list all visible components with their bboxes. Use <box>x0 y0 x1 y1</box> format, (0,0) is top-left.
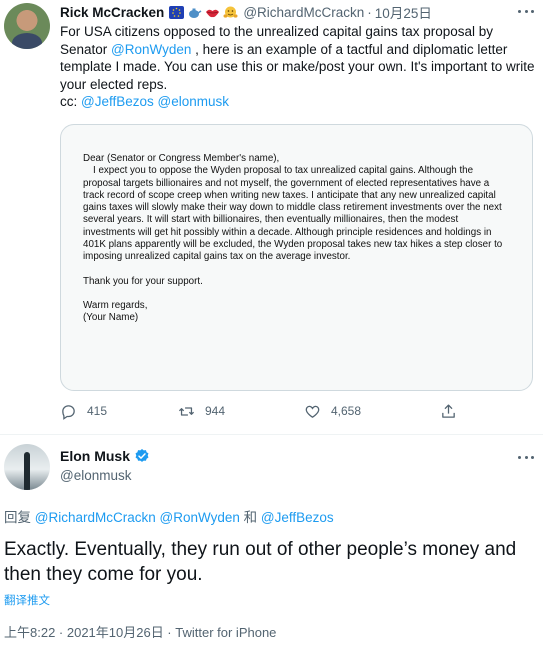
mention-jeffbezos[interactable]: @JeffBezos <box>81 94 154 109</box>
letter-thanks: Thank you for your support. <box>83 275 203 287</box>
teapot-icon <box>187 6 202 19</box>
heart-icon <box>305 405 320 418</box>
author-name[interactable]: Elon Musk <box>60 448 130 464</box>
letter-image-card[interactable]: Dear (Senator or Congress Member's name)… <box>60 124 533 391</box>
mention-elonmusk[interactable]: @elonmusk <box>158 94 229 109</box>
reply-tweet-text: Exactly. Eventually, they run out of oth… <box>4 539 517 585</box>
author-handle[interactable]: @elonmusk <box>60 468 131 483</box>
like-count: 4,658 <box>331 404 362 418</box>
author-handle[interactable]: @RichardMcCrackn <box>243 5 364 20</box>
eu-flag-icon <box>169 5 185 19</box>
replying-and: 和 <box>239 510 261 525</box>
tweet-date[interactable]: 10月25日 <box>375 2 432 22</box>
more-options-icon[interactable] <box>515 3 537 19</box>
reply-button[interactable]: 415 <box>60 401 107 421</box>
more-options-icon[interactable] <box>515 452 537 462</box>
letter-salutation: Dear (Senator or Congress Member's name)… <box>83 153 280 164</box>
letter-signature: (Your Name) <box>83 312 139 324</box>
mention-ronwyden[interactable]: @RonWyden <box>111 42 191 57</box>
letter-template: Dear (Senator or Congress Member's name)… <box>83 153 513 325</box>
author-name[interactable]: Rick McCracken <box>60 5 164 20</box>
replying-prefix: 回复 <box>4 510 35 525</box>
reply-icon <box>62 404 75 420</box>
tweet-header: Rick McCracken @RichardMcCrackn · 10月25日 <box>60 2 432 22</box>
like-button[interactable]: 4,658 <box>304 401 361 421</box>
hugging-face-icon <box>223 6 238 19</box>
lips-icon <box>205 6 220 19</box>
translate-tweet-link[interactable]: 翻译推文 <box>4 592 50 608</box>
avatar-elon-musk[interactable] <box>4 444 50 490</box>
retweet-count: 944 <box>205 404 226 418</box>
share-icon <box>442 403 455 418</box>
replying-to: 回复 @RichardMcCrackn @RonWyden 和 @JeffBez… <box>4 506 334 526</box>
retweet-button[interactable]: 944 <box>178 401 225 421</box>
name-emojis <box>169 5 238 19</box>
replying-users[interactable]: @RichardMcCrackn @RonWyden <box>35 510 240 525</box>
verified-badge-icon <box>135 449 149 462</box>
quoted-tweet: Rick McCracken @RichardMcCrackn · 10月25日… <box>0 0 543 432</box>
cc-label: cc: <box>60 94 82 110</box>
share-button[interactable] <box>440 401 457 421</box>
tweet-actions: 415 944 4,658 <box>60 401 480 421</box>
replying-jeffbezos[interactable]: @JeffBezos <box>261 510 334 525</box>
retweet-icon <box>178 406 195 416</box>
tweet-divider <box>0 434 543 435</box>
avatar-rick-mccracken[interactable] <box>4 3 50 49</box>
tweet-text: For USA citizens opposed to the unrealiz… <box>60 23 535 111</box>
letter-closing: Warm regards, <box>83 299 148 311</box>
tweet-timestamp[interactable]: 上午8:22 · 2021年10月26日 · Twitter for iPhon… <box>4 622 276 641</box>
header-separator: · <box>367 4 372 20</box>
reply-count: 415 <box>87 404 108 418</box>
reply-author: Elon Musk <box>60 448 150 464</box>
letter-paragraph: I expect you to oppose the Wyden proposa… <box>83 165 503 263</box>
